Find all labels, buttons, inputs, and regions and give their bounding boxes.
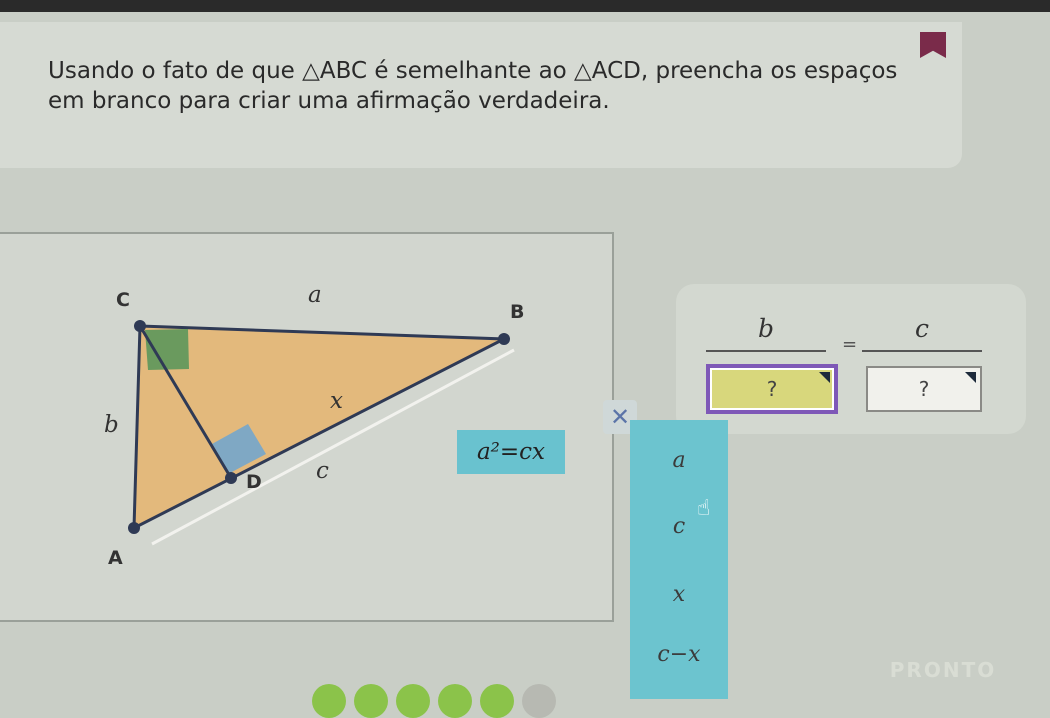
right-blank-placeholder: ? xyxy=(918,377,930,401)
left-denominator-dropdown[interactable]: ? xyxy=(706,364,838,414)
progress-dot xyxy=(480,684,514,718)
progress-dot xyxy=(396,684,430,718)
dropdown-caret-icon xyxy=(965,372,976,383)
side-label-b: b xyxy=(104,412,119,438)
triangle-diagram: C B D A a b x c xyxy=(104,282,524,569)
vertex-a-dot xyxy=(128,522,140,534)
option-a[interactable]: a xyxy=(630,448,728,473)
option-c[interactable]: c xyxy=(630,514,728,539)
side-label-x: x xyxy=(330,388,343,414)
vertex-b-dot xyxy=(498,333,510,345)
triangle-abc xyxy=(132,324,510,531)
dropdown-caret-icon xyxy=(819,372,830,383)
right-denominator-dropdown[interactable]: ? xyxy=(866,366,982,412)
option-x[interactable]: x xyxy=(630,582,728,607)
label-c: C xyxy=(116,289,130,311)
formula-text: a²=cx xyxy=(476,439,546,465)
diagram-card: C B D A a b x c xyxy=(0,232,614,622)
progress-dot xyxy=(312,684,346,718)
top-bar xyxy=(0,0,1050,12)
left-fraction: b xyxy=(706,314,826,352)
right-numerator: c xyxy=(914,314,929,343)
left-numerator: b xyxy=(757,314,774,343)
left-fraction-bar xyxy=(706,350,826,352)
progress-dot xyxy=(354,684,388,718)
question-text: Usando o fato de que △ABC é semelhante a… xyxy=(48,58,898,114)
left-blank-placeholder: ? xyxy=(766,377,778,401)
side-label-a: a xyxy=(308,282,322,308)
side-label-c: c xyxy=(316,458,329,484)
question-card: Usando o fato de que △ABC é semelhante a… xyxy=(0,22,962,168)
answer-options-panel: a c x c−x xyxy=(630,420,728,699)
done-button[interactable]: PRONTO xyxy=(868,658,1018,688)
option-c-minus-x[interactable]: c−x xyxy=(630,642,728,667)
progress-dot xyxy=(522,684,556,718)
right-fraction-bar xyxy=(862,350,982,352)
equals-sign: = xyxy=(842,334,858,355)
right-angle-c-marker xyxy=(145,329,189,370)
label-d: D xyxy=(246,471,262,493)
hand-cursor-icon: ☝ xyxy=(697,496,711,521)
vertex-d-dot xyxy=(225,472,237,484)
progress-dot xyxy=(438,684,472,718)
vertex-c-dot xyxy=(134,320,146,332)
label-a: A xyxy=(108,547,123,569)
label-b: B xyxy=(510,301,524,323)
equation-card: b = c ? ? xyxy=(676,284,1026,434)
formula-box: a²=cx xyxy=(457,430,565,474)
right-fraction: c xyxy=(862,314,982,352)
